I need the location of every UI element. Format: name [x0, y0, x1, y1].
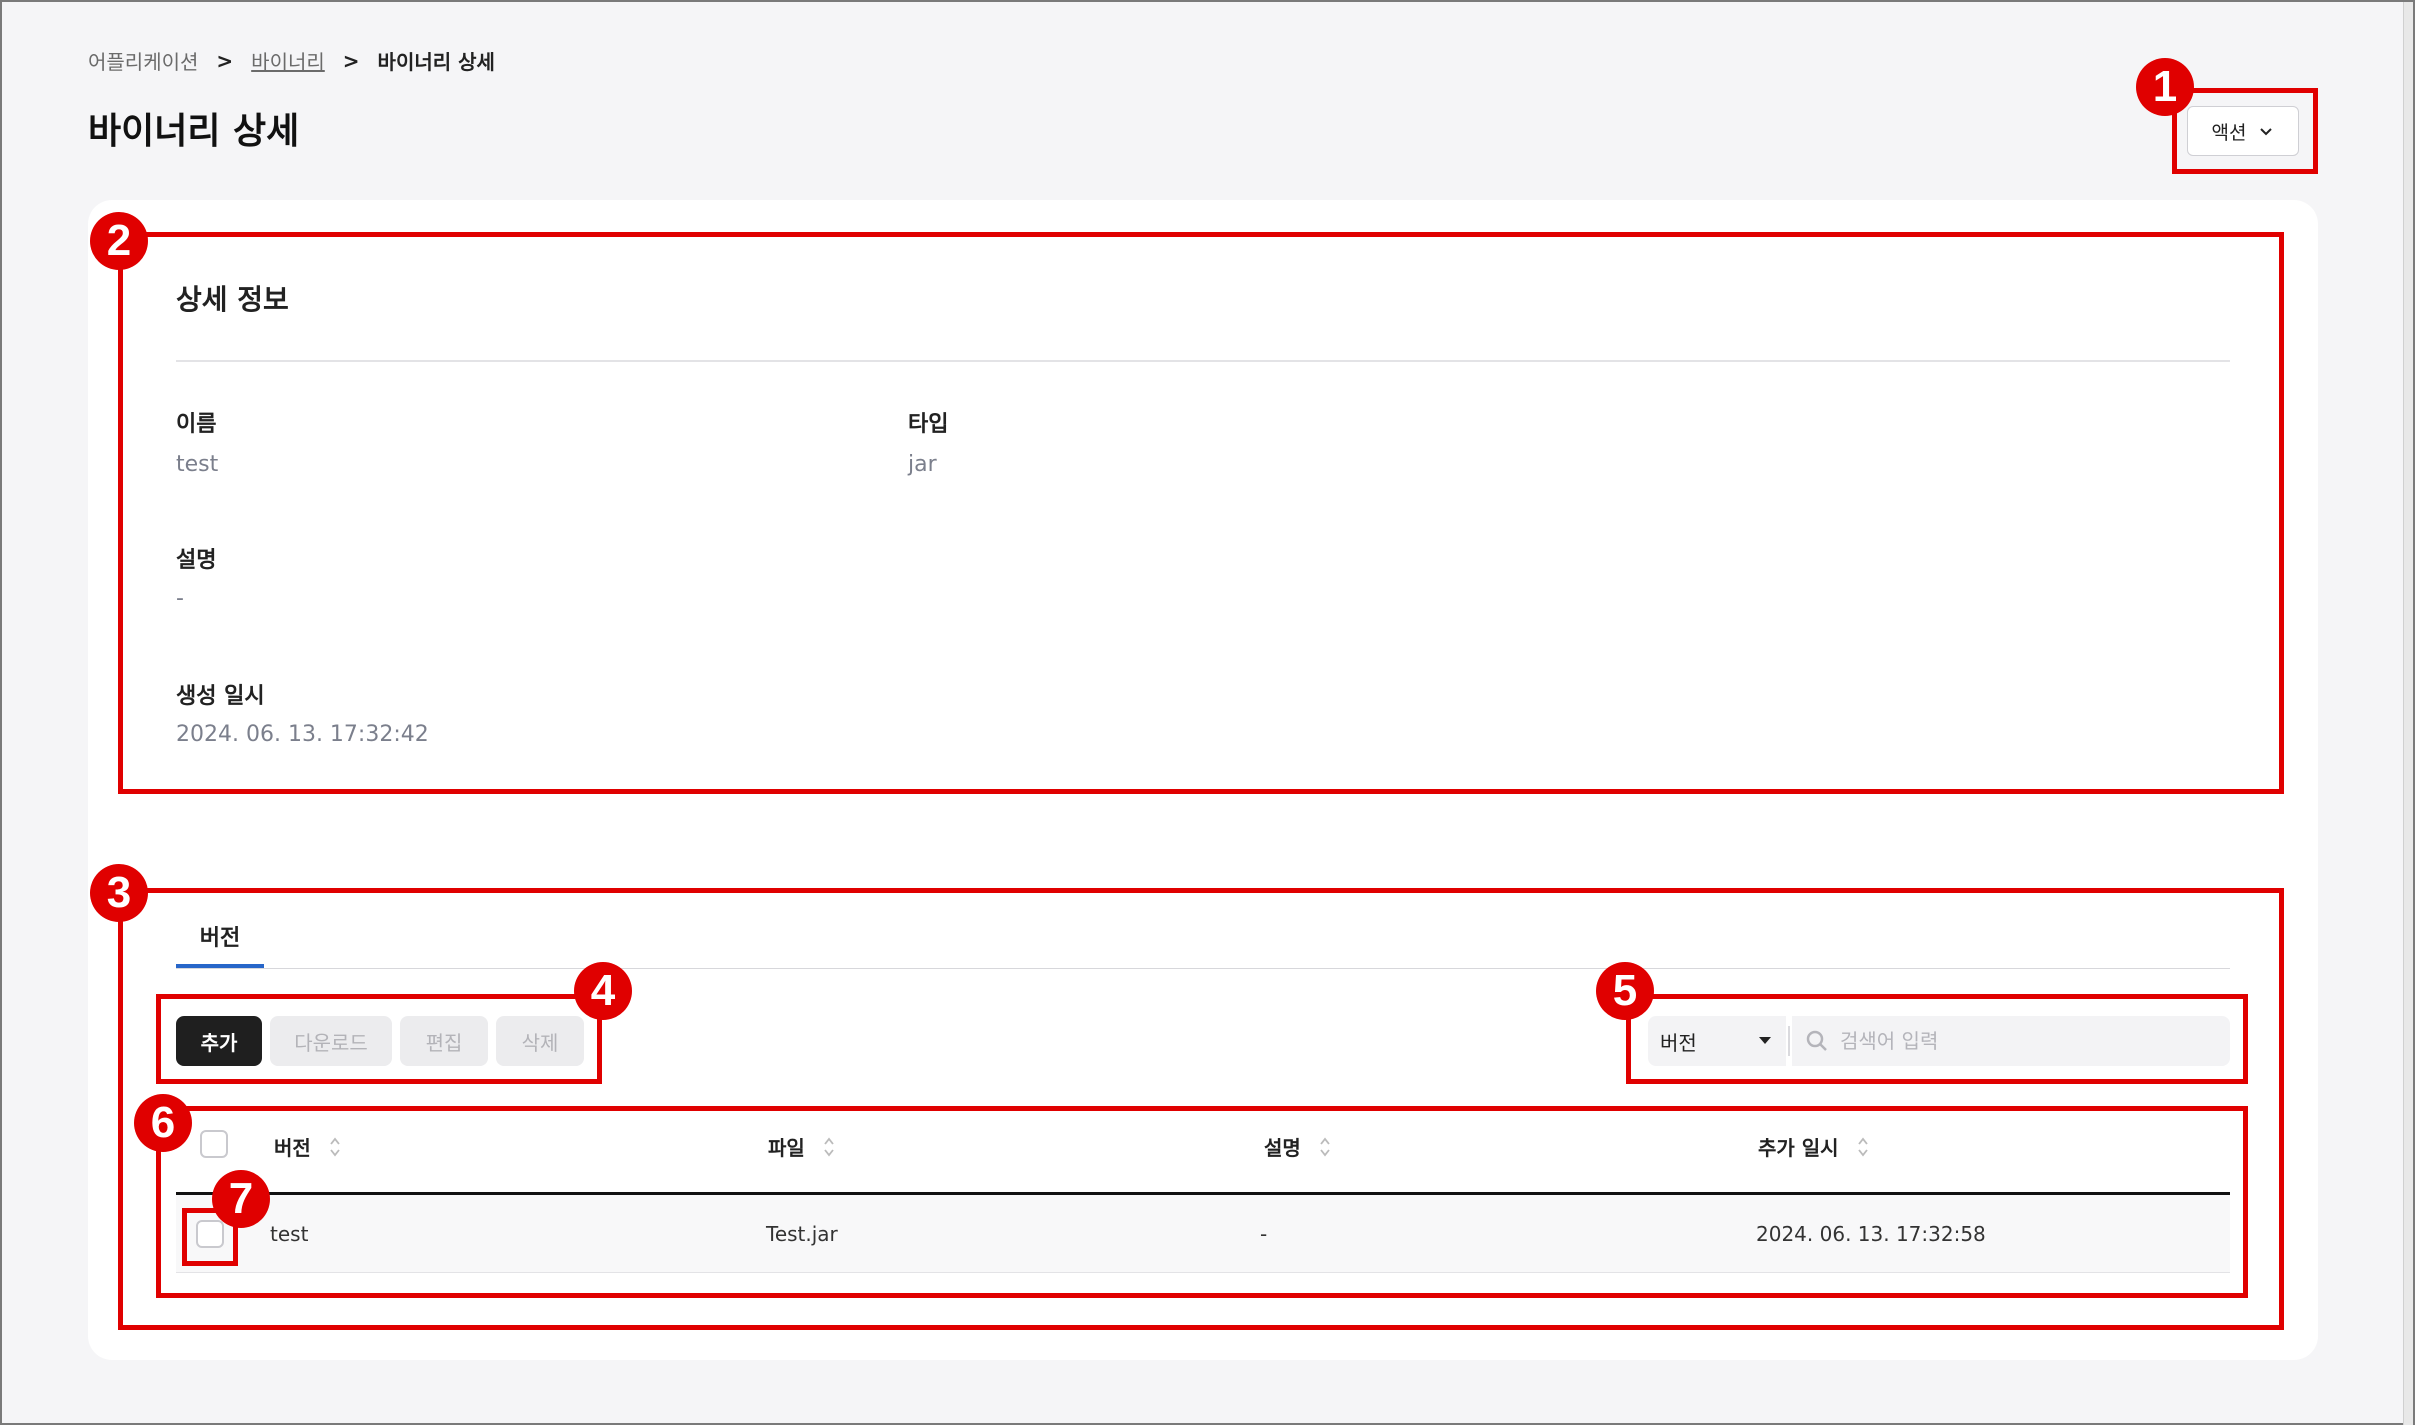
- annotation-marker-1: 1: [2136, 58, 2194, 116]
- annotation-marker-4: 4: [574, 962, 632, 1020]
- annotation-marker-6: 6: [134, 1094, 192, 1152]
- annotation-marker-5: 5: [1596, 962, 1654, 1020]
- annotation-box-2: [118, 232, 2284, 794]
- annotation-marker-3: 3: [90, 864, 148, 922]
- breadcrumb-separator-icon: >: [342, 48, 360, 73]
- annotation-box-4: [156, 994, 602, 1084]
- breadcrumb-item-binary[interactable]: 바이너리: [251, 46, 325, 75]
- annotation-marker-2: 2: [90, 212, 148, 270]
- annotation-marker-7: 7: [212, 1170, 270, 1228]
- window-scrollbar[interactable]: [2403, 2, 2413, 1425]
- breadcrumb-item-current: 바이너리 상세: [377, 50, 495, 74]
- page-title: 바이너리 상세: [88, 111, 300, 152]
- annotation-box-1: [2172, 88, 2318, 174]
- annotation-box-5: [1626, 994, 2248, 1084]
- annotation-box-6: [156, 1106, 2248, 1298]
- breadcrumb-item-application[interactable]: 어플리케이션: [88, 46, 198, 75]
- breadcrumb-separator-icon: >: [216, 48, 234, 73]
- breadcrumb: 어플리케이션 > 바이너리 > 바이너리 상세: [88, 46, 495, 75]
